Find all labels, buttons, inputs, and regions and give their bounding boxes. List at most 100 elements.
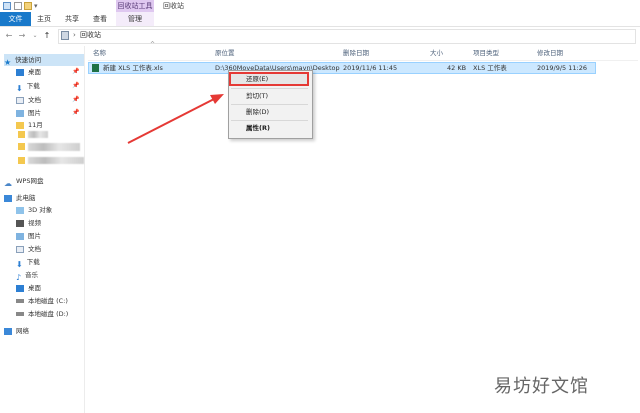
sidebar-item-label: 音乐	[25, 271, 39, 279]
file-size: 42 KB	[447, 64, 467, 72]
header-divider	[88, 60, 638, 61]
explorer-app-icon	[3, 2, 11, 10]
download-icon: ⬇	[16, 83, 23, 93]
xls-file-icon	[92, 64, 99, 72]
sidebar-item-pictures[interactable]: 图片	[16, 107, 41, 119]
column-header-date-modified[interactable]: 修改日期	[537, 47, 563, 59]
sidebar-item-label: 文档	[28, 96, 41, 104]
star-icon: ★	[4, 57, 12, 67]
file-name[interactable]: 新建 XLS 工作表.xls	[103, 62, 163, 74]
context-tab-header: 回收站工具	[116, 0, 154, 12]
sidebar-item-label: 文档	[28, 245, 41, 253]
sidebar-item-drive-d[interactable]: 本地磁盘 (D:)	[16, 308, 68, 320]
sidebar-item-label: 桌面	[28, 68, 41, 76]
menu-item-delete[interactable]: 删除(D)	[246, 107, 269, 117]
quick-access-dropdown-icon[interactable]: ▾	[34, 0, 38, 12]
sidebar-item-3d-objects[interactable]: 3D 对象	[16, 204, 52, 216]
pin-icon: 📌	[72, 82, 80, 89]
sidebar-item-label: 本地磁盘 (C:)	[28, 297, 68, 305]
sidebar-item-pictures-pc[interactable]: 图片	[16, 230, 41, 242]
sidebar-item-drive-c[interactable]: 本地磁盘 (C:)	[16, 295, 68, 307]
sidebar-item-network[interactable]: 网络	[4, 325, 29, 337]
sidebar-item-downloads[interactable]: ⬇ 下载	[16, 80, 40, 93]
sidebar-item-desktop[interactable]: 桌面	[16, 66, 41, 78]
3d-object-icon	[16, 206, 24, 214]
forward-arrow-icon[interactable]: →	[17, 31, 27, 41]
recycle-bin-icon	[61, 31, 69, 40]
tab-share[interactable]: 共享	[60, 12, 84, 26]
sidebar-item-desktop-pc[interactable]: 桌面	[16, 282, 41, 294]
pin-icon: 📌	[72, 96, 80, 103]
column-header-item-type[interactable]: 项目类型	[473, 47, 499, 59]
watermark: 易坊好文馆	[494, 376, 589, 397]
column-header-original-location[interactable]: 原位置	[215, 47, 235, 59]
document-icon	[16, 96, 24, 104]
chevron-down-icon[interactable]: ⌄	[30, 31, 40, 41]
breadcrumb-recycle-bin[interactable]: 回收站	[80, 29, 101, 42]
tab-file[interactable]: 文件	[0, 12, 31, 26]
sidebar-item-downloads-pc[interactable]: ⬇ 下载	[16, 256, 40, 269]
network-icon	[4, 327, 12, 335]
new-folder-quick-icon[interactable]	[24, 2, 32, 10]
sidebar-item-music[interactable]: ♪ 音乐	[16, 269, 39, 282]
column-header-date-deleted[interactable]: 删除日期	[343, 47, 369, 59]
redacted-folder-name	[28, 131, 48, 138]
breadcrumb-separator[interactable]: ›	[73, 29, 76, 42]
music-icon: ♪	[16, 272, 22, 282]
picture-icon	[16, 109, 24, 117]
sidebar-item-videos[interactable]: 视频	[16, 217, 41, 229]
sidebar-item-label: 桌面	[28, 284, 41, 292]
cloud-icon: ☁	[4, 178, 12, 188]
redacted-folder-name	[28, 157, 84, 164]
document-icon	[16, 245, 24, 253]
sidebar-item-wps-drive[interactable]: ☁ WPS网盘	[4, 175, 44, 188]
tab-home[interactable]: 主页	[32, 12, 56, 26]
up-arrow-icon[interactable]: ↑	[42, 31, 52, 41]
redacted-folder-name	[28, 143, 80, 151]
file-date-deleted: 2019/11/6 11:45	[343, 64, 398, 72]
sidebar-item-label: 快速访问	[15, 56, 42, 64]
sidebar-item-label: WPS网盘	[16, 177, 44, 185]
sidebar-item-label: 网络	[16, 327, 29, 335]
column-header-name[interactable]: 名称	[93, 47, 106, 59]
tab-view[interactable]: 查看	[88, 12, 112, 26]
table-row[interactable]	[88, 62, 596, 74]
sidebar-item-label: 图片	[28, 109, 41, 117]
sidebar-item-label: 11月	[28, 121, 43, 129]
sidebar-item-label: 此电脑	[16, 194, 36, 202]
picture-icon	[16, 232, 24, 240]
window-title: 回收站	[163, 2, 184, 10]
sidebar-item-documents[interactable]: 文档	[16, 94, 41, 106]
desktop-icon	[16, 68, 24, 76]
restore-highlight-box	[229, 72, 309, 86]
address-bar[interactable]	[58, 29, 636, 44]
file-type: XLS 工作表	[473, 64, 507, 72]
tab-manage[interactable]: 管理	[116, 12, 154, 26]
annotation-arrow-line	[127, 97, 217, 144]
menu-item-cut[interactable]: 剪切(T)	[246, 91, 268, 101]
file-date-modified: 2019/9/5 11:26	[537, 64, 587, 72]
download-icon: ⬇	[16, 259, 23, 269]
sidebar-item-quick-access[interactable]: ★ 快速访问	[4, 54, 84, 67]
back-arrow-icon[interactable]: ←	[4, 31, 14, 41]
sort-ascending-icon: ^	[150, 41, 156, 48]
sidebar-item-this-pc[interactable]: 此电脑	[4, 192, 36, 204]
folder-icon	[18, 143, 25, 150]
menu-item-properties[interactable]: 属性(R)	[246, 123, 270, 133]
sidebar-item-label: 3D 对象	[28, 206, 53, 214]
sidebar-item-label: 视频	[28, 219, 41, 227]
sidebar-item-documents-pc[interactable]: 文档	[16, 243, 41, 255]
drive-icon	[16, 312, 24, 316]
menu-separator	[231, 88, 308, 89]
video-icon	[16, 219, 24, 227]
annotation-arrow	[127, 94, 224, 144]
sidebar-item-label: 下载	[26, 82, 40, 90]
sidebar-item-folder-11[interactable]: 11月	[16, 119, 43, 131]
column-header-size[interactable]: 大小	[430, 47, 443, 59]
pin-icon: 📌	[72, 68, 80, 75]
sidebar-item-label: 本地磁盘 (D:)	[28, 310, 69, 318]
menu-item-restore[interactable]: 还原(E)	[246, 74, 268, 84]
menu-separator	[231, 120, 308, 121]
properties-quick-icon[interactable]	[14, 2, 22, 10]
sidebar-item-label: 下载	[26, 258, 40, 266]
